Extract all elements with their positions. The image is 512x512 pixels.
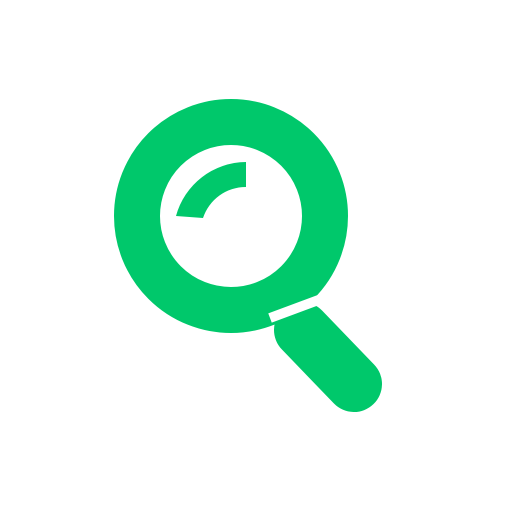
search-icon — [0, 0, 512, 512]
magnifier-svg — [114, 99, 382, 412]
magnifier-handle — [274, 302, 382, 412]
icon-canvas — [0, 0, 512, 512]
magnifier-lens-ring — [114, 99, 348, 333]
